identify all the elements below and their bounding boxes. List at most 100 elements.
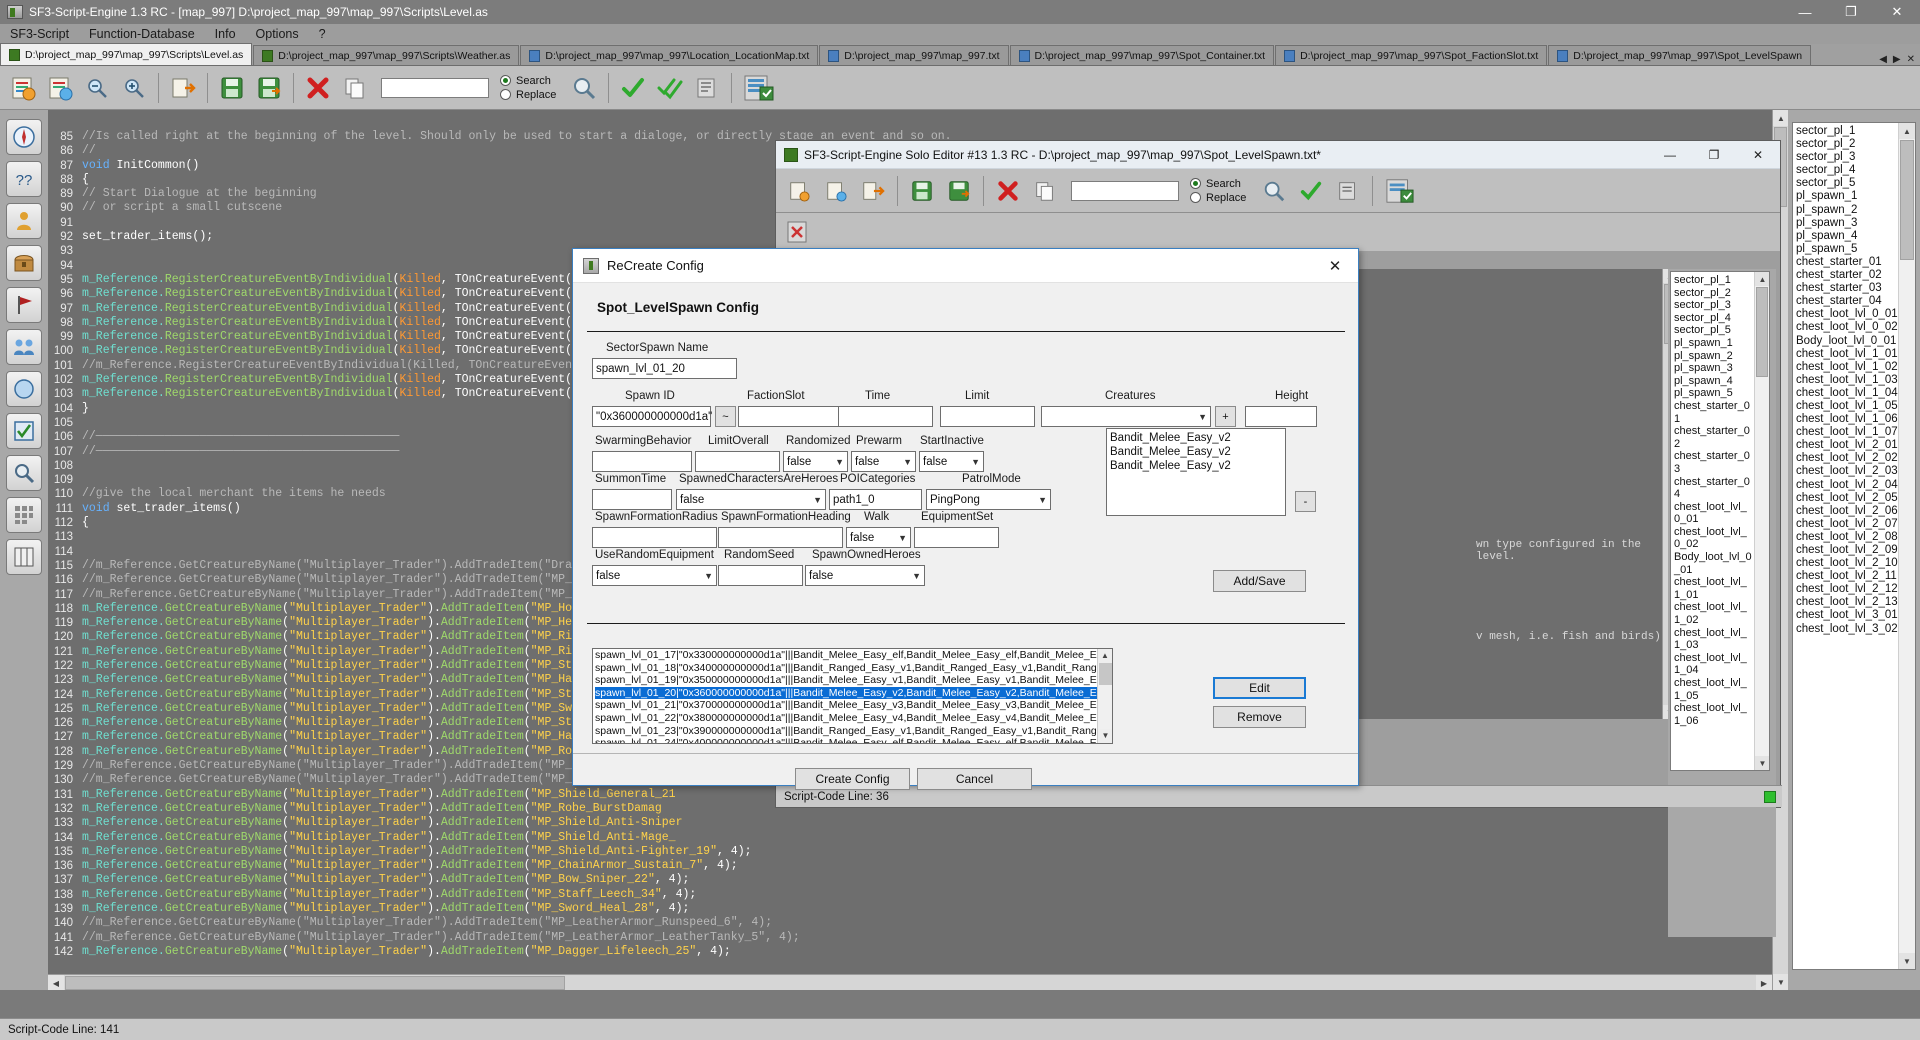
scroll-left-arrow-icon[interactable]: ◀: [48, 975, 64, 990]
search-tool-icon[interactable]: [6, 455, 42, 491]
cancel-button[interactable]: Cancel: [917, 768, 1032, 790]
spawn-entry-row[interactable]: spawn_lvl_01_21|"0x370000000000d1a"|||Ba…: [595, 699, 1112, 712]
search-radio[interactable]: Search: [500, 75, 556, 87]
tab-scroll-right-icon[interactable]: ▶: [1890, 54, 1904, 65]
object-list-item[interactable]: chest_loot_lvl_1_07: [1796, 426, 1898, 439]
creatures-combo[interactable]: ▼: [1041, 406, 1211, 427]
editor-horizontal-scrollbar[interactable]: ◀ ▶: [48, 974, 1772, 990]
object-list-item[interactable]: pl_spawn_5: [1796, 243, 1898, 256]
group-tool-icon[interactable]: [6, 329, 42, 365]
patrol-mode-combo[interactable]: PingPong ▼: [926, 489, 1051, 510]
object-list-item[interactable]: chest_loot_lvl_2_02: [1796, 452, 1898, 465]
creature-list-item[interactable]: Bandit_Melee_Easy_v2: [1110, 459, 1282, 473]
object-list-item[interactable]: chest_loot_lvl_3_01: [1796, 609, 1898, 622]
object-list-item[interactable]: chest_loot_lvl_2_03: [1796, 465, 1898, 478]
spawn-entry-row[interactable]: spawn_lvl_01_18|"0x340000000000d1a"|||Ba…: [595, 662, 1112, 675]
remove-creature-button[interactable]: -: [1295, 491, 1316, 512]
object-list-item[interactable]: chest_loot_lvl_2_12: [1796, 583, 1898, 596]
scroll-up-arrow-icon[interactable]: ▲: [1098, 649, 1112, 663]
tab-spot-levelspawn[interactable]: D:\project_map_997\map_997\Spot_LevelSpa…: [1548, 45, 1812, 65]
chest-tool-icon[interactable]: [6, 245, 42, 281]
swarming-behavior-input[interactable]: [592, 451, 692, 472]
random-seed-input[interactable]: [718, 565, 803, 586]
menu-item-info[interactable]: Info: [205, 25, 246, 43]
solo-object-list-scrollbar[interactable]: ▲ ▼: [1754, 272, 1769, 770]
checkbox-tool-icon[interactable]: [6, 413, 42, 449]
scroll-right-arrow-icon[interactable]: ▶: [1756, 975, 1772, 990]
menu-item-sf3-script[interactable]: SF3-Script: [0, 25, 79, 43]
spawn-entry-row[interactable]: spawn_lvl_01_17|"0x330000000000d1a"|||Ba…: [595, 649, 1112, 662]
object-list-item[interactable]: chest_loot_lvl_0_02: [1674, 526, 1752, 551]
summon-time-input[interactable]: [592, 489, 672, 510]
compile-button[interactable]: [690, 70, 725, 105]
object-list-item[interactable]: Body_loot_lvl_0_01: [1796, 335, 1898, 348]
object-list-item[interactable]: chest_loot_lvl_1_01: [1796, 348, 1898, 361]
circle-tool-icon[interactable]: [6, 371, 42, 407]
spawn-owned-heroes-combo[interactable]: false ▼: [805, 565, 925, 586]
object-list-item[interactable]: chest_loot_lvl_1_02: [1674, 601, 1752, 626]
object-list-item[interactable]: sector_pl_5: [1796, 177, 1898, 190]
check-all-button[interactable]: [653, 70, 688, 105]
dialog-close-button[interactable]: ✕: [1312, 249, 1358, 283]
solo-delete-button[interactable]: [991, 173, 1025, 208]
check-syntax-button[interactable]: [616, 70, 651, 105]
spawn-id-tilde-button[interactable]: ~: [715, 406, 736, 427]
spawn-entry-row[interactable]: spawn_lvl_01_19|"0x350000000000d1a"|||Ba…: [595, 674, 1112, 687]
scroll-thumb[interactable]: [1756, 287, 1768, 377]
solo-save-all-button[interactable]: [942, 173, 976, 208]
save-button[interactable]: [215, 70, 249, 105]
tab-weather-as[interactable]: D:\project_map_997\map_997\Scripts\Weath…: [253, 45, 520, 65]
scroll-up-arrow-icon[interactable]: ▲: [1773, 110, 1788, 126]
minimize-button[interactable]: —: [1782, 0, 1828, 24]
solo-search-input[interactable]: [1071, 180, 1179, 201]
maximize-button[interactable]: ❐: [1828, 0, 1874, 24]
object-list-item[interactable]: chest_starter_01: [1796, 256, 1898, 269]
spawn-entry-list[interactable]: spawn_lvl_01_17|"0x330000000000d1a"|||Ba…: [592, 648, 1113, 744]
tab-spot-container[interactable]: D:\project_map_997\map_997\Spot_Containe…: [1009, 45, 1275, 65]
add-creature-button[interactable]: +: [1215, 406, 1236, 427]
menu-item-help[interactable]: ?: [309, 25, 336, 43]
edit-button[interactable]: Edit: [1213, 677, 1306, 699]
object-list-item[interactable]: chest_starter_04: [1674, 476, 1752, 501]
person-tool-icon[interactable]: [6, 203, 42, 239]
tab-close-icon[interactable]: ✕: [1904, 54, 1918, 65]
entry-list-scrollbar[interactable]: ▲ ▼: [1097, 649, 1112, 743]
prewarm-combo[interactable]: false ▼: [851, 451, 916, 472]
randomized-combo[interactable]: false ▼: [783, 451, 848, 472]
spawn-entry-row[interactable]: spawn_lvl_01_24|"0x400000000000d1a"|||Ba…: [595, 737, 1112, 743]
spawn-id-input[interactable]: "0x360000000000d1a": [592, 406, 712, 427]
spawn-entry-row[interactable]: spawn_lvl_01_20|"0x360000000000d1a"|||Ba…: [595, 686, 1112, 700]
object-list-item[interactable]: pl_spawn_4: [1674, 375, 1752, 388]
object-list-item[interactable]: pl_spawn_3: [1796, 217, 1898, 230]
object-list-items[interactable]: sector_pl_1 sector_pl_2 sector_pl_3 sector_…: [1793, 123, 1898, 636]
object-list-item[interactable]: chest_loot_lvl_0_01: [1674, 501, 1752, 526]
object-list-item[interactable]: chest_starter_01: [1674, 400, 1752, 425]
equipment-set-input[interactable]: [914, 527, 999, 548]
object-list-item[interactable]: Body_loot_lvl_0_01: [1674, 551, 1752, 576]
solo-check-button[interactable]: [1294, 173, 1329, 208]
poi-categories-input[interactable]: path1_0: [829, 489, 922, 510]
scroll-down-arrow-icon[interactable]: ▼: [1755, 756, 1769, 770]
object-list-item[interactable]: chest_loot_lvl_1_06: [1796, 413, 1898, 426]
object-list-item[interactable]: chest_loot_lvl_1_06: [1674, 702, 1752, 727]
solo-maximize-button[interactable]: ❐: [1692, 141, 1736, 169]
object-list-item[interactable]: chest_loot_lvl_1_03: [1796, 374, 1898, 387]
object-list-item[interactable]: chest_loot_lvl_1_01: [1674, 576, 1752, 601]
remove-button[interactable]: Remove: [1213, 706, 1306, 728]
spawn-formation-heading-input[interactable]: [718, 527, 843, 548]
help-tool-icon[interactable]: ??: [6, 161, 42, 197]
copy-button[interactable]: [338, 70, 372, 105]
object-list-item[interactable]: chest_loot_lvl_2_01: [1796, 439, 1898, 452]
object-list-item[interactable]: chest_loot_lvl_2_10: [1796, 557, 1898, 570]
table-tool-icon[interactable]: [6, 539, 42, 575]
solo-close-button[interactable]: ✕: [1736, 141, 1780, 169]
object-list-item[interactable]: sector_pl_1: [1674, 274, 1752, 287]
zoom-out-button[interactable]: [80, 70, 114, 105]
solo-save-button[interactable]: [905, 173, 939, 208]
solo-new-button[interactable]: [782, 173, 816, 208]
creature-list-item[interactable]: Bandit_Melee_Easy_v2: [1110, 431, 1282, 445]
object-list-item[interactable]: chest_loot_lvl_2_05: [1796, 492, 1898, 505]
spawn-entry-row[interactable]: spawn_lvl_01_23|"0x390000000000d1a"|||Ba…: [595, 725, 1112, 738]
solo-object-list-box[interactable]: sector_pl_1 sector_pl_2 sector_pl_3 sector_…: [1670, 271, 1770, 771]
object-list-item[interactable]: sector_pl_2: [1796, 138, 1898, 151]
